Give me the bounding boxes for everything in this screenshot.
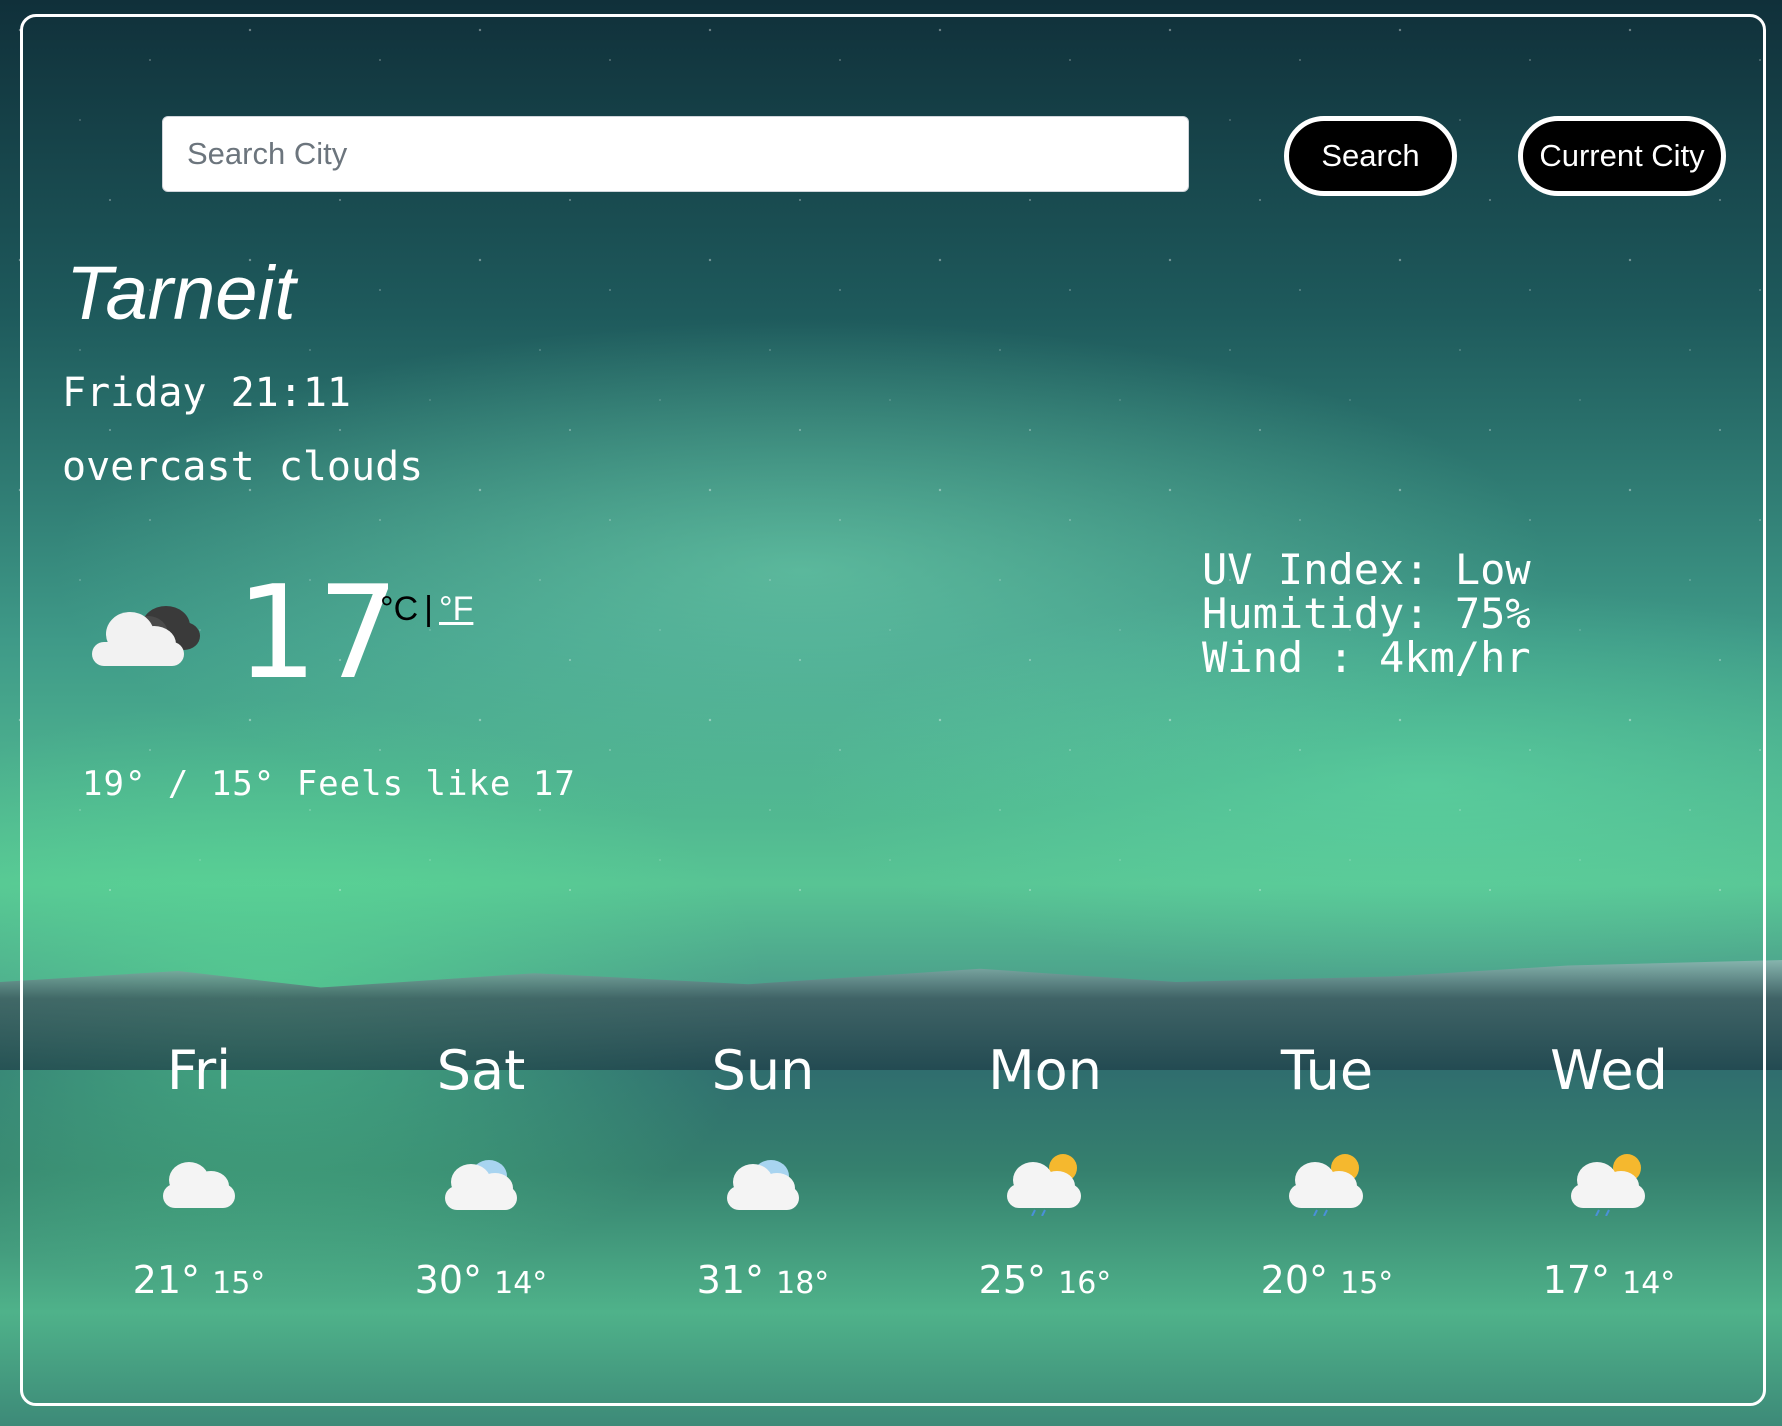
- hi-lo-feels-like: 19° / 15° Feels like 17: [82, 764, 576, 804]
- forecast-day-name: Sun: [711, 1039, 815, 1102]
- forecast-high: 31°: [696, 1258, 765, 1302]
- forecast-low: 15°: [212, 1266, 266, 1301]
- current-temperature: 17: [236, 559, 399, 708]
- overcast-cloud-icon: [92, 606, 200, 666]
- unit-toggle: °C | °F: [380, 590, 473, 629]
- celsius-unit: °C: [380, 590, 419, 628]
- forecast-low: 18°: [776, 1266, 830, 1301]
- forecast-high: 20°: [1260, 1258, 1329, 1302]
- forecast-day: Tue 20° 15°: [1217, 1039, 1437, 1303]
- sun-cloud-rain-icon: [1007, 1154, 1081, 1216]
- current-city-button[interactable]: Current City: [1518, 116, 1726, 196]
- uv-index: UV Index: Low: [1202, 545, 1531, 594]
- sun-cloud-rain-icon: [1571, 1154, 1645, 1216]
- wind: Wind : 4km/hr: [1202, 633, 1531, 682]
- forecast-temps: 30° 14°: [371, 1258, 591, 1302]
- weather-description: overcast clouds: [62, 444, 424, 490]
- forecast-day: Wed 17° 14°: [1499, 1039, 1719, 1303]
- forecast-day-name: Mon: [988, 1039, 1102, 1102]
- date-time: Friday 21:11: [62, 370, 351, 416]
- cloud-icon: [445, 1160, 517, 1210]
- forecast-day-name: Fri: [166, 1039, 232, 1102]
- forecast-day: Fri 21° 15°: [89, 1039, 309, 1303]
- forecast-temps: 20° 15°: [1217, 1258, 1437, 1302]
- forecast-high: 17°: [1542, 1258, 1611, 1302]
- forecast-temps: 25° 16°: [935, 1258, 1155, 1302]
- forecast-high: 21°: [132, 1258, 201, 1302]
- weather-details: UV Index: Low Humitidy: 75% Wind : 4km/h…: [1202, 548, 1531, 680]
- forecast-low: 14°: [1622, 1266, 1676, 1301]
- forecast-temps: 31° 18°: [653, 1258, 873, 1302]
- forecast-high: 30°: [414, 1258, 483, 1302]
- forecast-temps: 21° 15°: [89, 1258, 309, 1302]
- cloud-icon: [163, 1162, 235, 1208]
- forecast-day-name: Sat: [436, 1039, 526, 1102]
- search-city-input[interactable]: [162, 116, 1189, 192]
- forecast-low: 16°: [1058, 1266, 1112, 1301]
- forecast-day: Sat 30° 14°: [371, 1039, 591, 1303]
- search-button[interactable]: Search: [1284, 116, 1457, 196]
- humidity: Humitidy: 75%: [1202, 589, 1531, 638]
- sun-cloud-rain-icon: [1289, 1154, 1363, 1216]
- city-name: Tarneit: [66, 251, 296, 336]
- cloud-icon: [727, 1160, 799, 1210]
- forecast-temps: 17° 14°: [1499, 1258, 1719, 1302]
- forecast-day-name: Tue: [1280, 1039, 1374, 1102]
- forecast-day: Mon 25° 16°: [935, 1039, 1155, 1303]
- forecast-day: Sun 31° 18°: [653, 1039, 873, 1303]
- unit-separator: |: [424, 590, 433, 628]
- forecast-low: 15°: [1340, 1266, 1394, 1301]
- forecast-high: 25°: [978, 1258, 1047, 1302]
- forecast-low: 14°: [494, 1266, 548, 1301]
- forecast-day-name: Wed: [1550, 1039, 1668, 1102]
- fahrenheit-link[interactable]: °F: [439, 590, 473, 628]
